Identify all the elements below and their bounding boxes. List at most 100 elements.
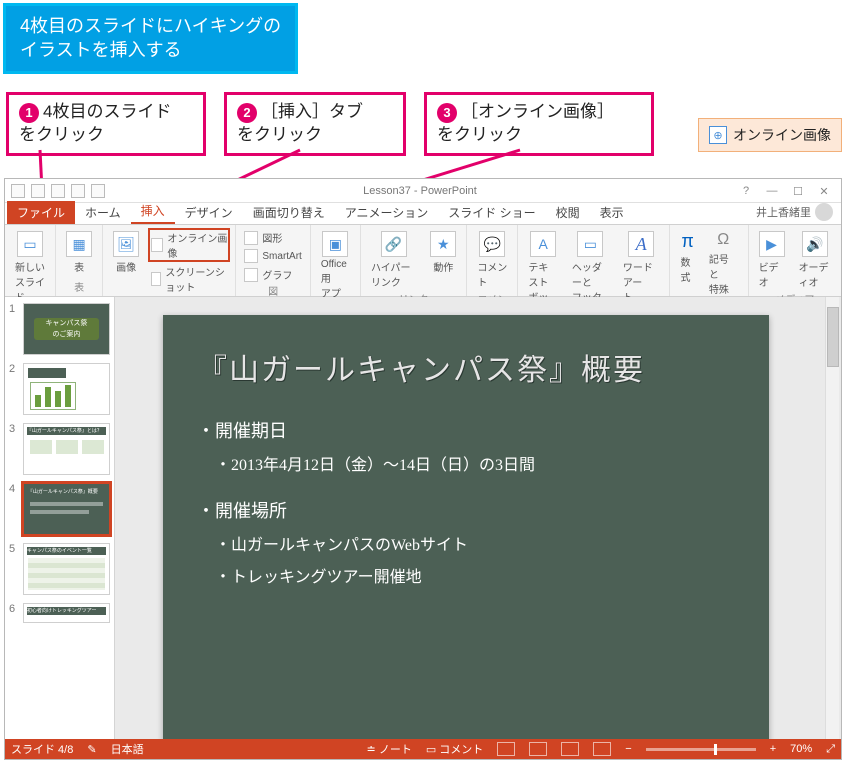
slide-thumb-1[interactable]: 1 キャンパス祭 のご案内 bbox=[9, 303, 110, 355]
step-2-num: 2 bbox=[237, 103, 257, 123]
tab-view[interactable]: 表示 bbox=[590, 201, 634, 224]
zoom-out-button[interactable]: − bbox=[625, 743, 631, 755]
apps-icon: ▣ bbox=[322, 231, 348, 257]
view-slideshow-icon[interactable] bbox=[593, 742, 611, 756]
step-2: 2［挿入］タブ をクリック bbox=[224, 92, 406, 156]
comment-icon: 💬 bbox=[479, 231, 505, 257]
omega-icon: Ω bbox=[717, 231, 729, 249]
tab-home[interactable]: ホーム bbox=[75, 201, 131, 224]
step-1-text: 4枚目のスライド をクリック bbox=[19, 102, 171, 144]
picture-icon: 🖼 bbox=[113, 231, 139, 257]
thumb-preview bbox=[23, 363, 110, 415]
tab-insert[interactable]: 挿入 bbox=[131, 199, 175, 224]
account-name[interactable]: 井上香緒里 bbox=[748, 200, 841, 224]
video-button[interactable]: ▶ビデオ bbox=[755, 229, 789, 291]
thumb-preview: キャンパス祭 のご案内 bbox=[23, 303, 110, 355]
wordart-button[interactable]: Aワードアー ト bbox=[619, 229, 664, 306]
comment-label: コメント bbox=[477, 259, 507, 289]
qat-start-icon[interactable] bbox=[91, 184, 105, 198]
view-sorter-icon[interactable] bbox=[529, 742, 547, 756]
status-slide-number: スライド 4/8 bbox=[11, 741, 73, 757]
hyperlink-icon: 🔗 bbox=[381, 231, 407, 257]
maximize-icon[interactable]: ☐ bbox=[787, 184, 809, 198]
fit-to-window-icon[interactable]: ⤢ bbox=[826, 743, 835, 756]
qat-save-icon[interactable] bbox=[31, 184, 45, 198]
notes-pane[interactable]: ノートを入力 bbox=[163, 759, 817, 760]
slide-thumb-4[interactable]: 4 『山ガールキャンパス祭』概要 bbox=[9, 483, 110, 535]
qat-undo-icon[interactable] bbox=[51, 184, 65, 198]
ribbon-options-icon[interactable]: ? bbox=[735, 184, 757, 198]
wordart-icon: A bbox=[628, 231, 654, 257]
status-bar: スライド 4/8 ✎ 日本語 ≐ ノート ▭ コメント − + 70% ⤢ bbox=[5, 739, 841, 759]
comment-button[interactable]: 💬コメント bbox=[473, 229, 511, 291]
current-slide[interactable]: 『山ガールキャンパス祭』概要 開催期日 2013年4月12日（金）～14日（日）… bbox=[163, 315, 769, 747]
view-normal-icon[interactable] bbox=[497, 742, 515, 756]
slide-thumb-3[interactable]: 3 『山ガールキャンパス祭』とは？ bbox=[9, 423, 110, 475]
ribbon-group-illustration: 図形 SmartArt グラフ 図 bbox=[236, 225, 310, 296]
view-reading-icon[interactable] bbox=[561, 742, 579, 756]
tab-design[interactable]: デザイン bbox=[175, 201, 243, 224]
audio-icon: 🔊 bbox=[802, 231, 828, 257]
table-button[interactable]: ▦表 bbox=[62, 229, 96, 276]
close-icon[interactable]: ✕ bbox=[813, 184, 835, 198]
tab-animations[interactable]: アニメーション bbox=[335, 201, 439, 224]
equation-label: 数式 bbox=[680, 254, 694, 284]
audio-button[interactable]: 🔊オーディオ bbox=[795, 229, 835, 291]
action-button[interactable]: ★動作 bbox=[426, 229, 460, 276]
slide-thumb-6[interactable]: 6 初心者向けトレッキングツアー bbox=[9, 603, 110, 623]
ribbon-group-media: ▶ビデオ 🔊オーディオ メディア bbox=[749, 225, 841, 296]
vertical-scrollbar[interactable] bbox=[825, 297, 839, 739]
ribbon-group-link: 🔗ハイパーリンク ★動作 リンク bbox=[361, 225, 467, 296]
slide-title[interactable]: 『山ガールキャンパス祭』概要 bbox=[197, 345, 735, 389]
zoom-value[interactable]: 70% bbox=[790, 743, 812, 755]
equation-button[interactable]: π数式 bbox=[676, 229, 698, 286]
qat-redo-icon[interactable] bbox=[71, 184, 85, 198]
globe-icon: ⊕ bbox=[709, 126, 727, 144]
smartart-label: SmartArt bbox=[262, 251, 301, 262]
slide-thumb-2[interactable]: 2 bbox=[9, 363, 110, 415]
zoom-in-button[interactable]: + bbox=[770, 743, 776, 755]
minimize-icon[interactable]: — bbox=[761, 184, 783, 198]
slide-thumbnail-pane[interactable]: 1 キャンパス祭 のご案内 2 3 『山ガールキ bbox=[5, 297, 115, 739]
picture-button[interactable]: 🖼画像 bbox=[109, 229, 143, 276]
status-language[interactable]: 日本語 bbox=[111, 741, 144, 757]
online-picture-button[interactable]: オンライン画像 bbox=[149, 229, 229, 261]
shapes-button[interactable]: 図形 bbox=[242, 229, 303, 246]
screenshot-button[interactable]: スクリーンショット bbox=[149, 263, 229, 295]
new-slide-icon: ▭ bbox=[17, 231, 43, 257]
slide-thumb-5[interactable]: 5 キャンパス祭のイベント一覧 bbox=[9, 543, 110, 595]
tab-slideshow[interactable]: スライド ショー bbox=[438, 201, 545, 224]
audio-label: オーディオ bbox=[799, 259, 831, 289]
scrollbar-thumb[interactable] bbox=[827, 307, 839, 367]
ribbon-group-symbol: π数式 Ω記号と 特殊文字 記号と特殊文字 bbox=[670, 225, 748, 296]
quick-access-toolbar bbox=[11, 184, 105, 198]
thumb-preview: 『山ガールキャンパス祭』とは？ bbox=[23, 423, 110, 475]
step-3: 3［オンライン画像］ をクリック bbox=[424, 92, 654, 156]
slide-editor[interactable]: 『山ガールキャンパス祭』概要 開催期日 2013年4月12日（金）～14日（日）… bbox=[115, 297, 841, 739]
new-slide-button[interactable]: ▭新しい スライド bbox=[11, 229, 49, 306]
thumb-number: 1 bbox=[9, 303, 19, 315]
spellcheck-icon[interactable]: ✎ bbox=[87, 743, 96, 756]
smartart-button[interactable]: SmartArt bbox=[242, 248, 303, 264]
ribbon-group-text: Aテキスト ボックス ▭ヘッダーと フッター Aワードアー ト テキスト bbox=[518, 225, 670, 296]
hyperlink-label: ハイパーリンク bbox=[371, 259, 416, 289]
bullet-date-detail: 2013年4月12日（金）～14日（日）の3日間 bbox=[231, 457, 535, 474]
bullet-place-web: 山ガールキャンパスのWebサイト bbox=[231, 537, 468, 554]
slide-body[interactable]: 開催期日 2013年4月12日（金）～14日（日）の3日間 開催場所 山ガールキ… bbox=[197, 417, 735, 587]
ribbon-group-illustration-label: 図 bbox=[242, 283, 303, 298]
chart-button[interactable]: グラフ bbox=[242, 266, 303, 283]
chart-icon bbox=[244, 268, 258, 282]
online-picture-label: オンライン画像 bbox=[167, 230, 227, 260]
bullet-place-tour: トレッキングツアー開催地 bbox=[231, 569, 422, 586]
notes-toggle[interactable]: ≐ ノート bbox=[367, 741, 412, 757]
zoom-slider[interactable] bbox=[646, 748, 756, 751]
ribbon-group-table-label: 表 bbox=[62, 279, 96, 294]
tab-review[interactable]: 校閲 bbox=[546, 201, 590, 224]
step-1-num: 1 bbox=[19, 103, 39, 123]
hyperlink-button[interactable]: 🔗ハイパーリンク bbox=[367, 229, 420, 291]
shapes-label: 図形 bbox=[262, 230, 282, 245]
action-icon: ★ bbox=[430, 231, 456, 257]
tab-file[interactable]: ファイル bbox=[7, 201, 75, 224]
comments-toggle[interactable]: ▭ コメント bbox=[426, 741, 483, 757]
tab-transitions[interactable]: 画面切り替え bbox=[243, 201, 335, 224]
